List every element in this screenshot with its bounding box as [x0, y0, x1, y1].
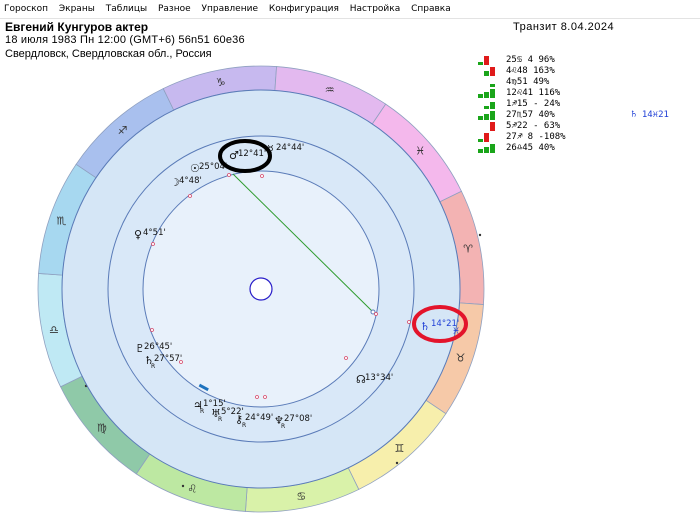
zodiac-sign-glyph: ♍ — [97, 421, 107, 434]
zodiac-sign-glyph: ♉ — [456, 352, 466, 365]
retrograde-mark: R — [151, 363, 155, 370]
planet-degree-label: 13°34' — [365, 373, 393, 383]
zodiac-sign-glyph: ♑ — [216, 76, 226, 89]
planet-degree-label: 27°57' — [154, 354, 182, 364]
horoscope-wheel[interactable]: ♈♉♊♋♌♍♎♏♐♑♒♓ ☉ 25°04'♂ 12°41' ☿ 24°44'☽ 4°48'… — [0, 0, 700, 515]
planet-tick — [260, 174, 264, 178]
retrograde-mark: R — [218, 416, 222, 423]
planet-tick — [263, 395, 267, 399]
zodiac-sign-glyph: ♌ — [187, 483, 197, 496]
planet-degree-label: 4°51' — [143, 228, 166, 238]
retrograde-mark: R — [281, 423, 285, 430]
planet-degree-label: 4°48' — [179, 176, 202, 186]
zodiac-sign-glyph: ♏ — [57, 214, 67, 227]
sign-dot — [395, 461, 399, 465]
planet-tick — [255, 395, 259, 399]
planet-tick — [227, 173, 231, 177]
zodiac-sign-glyph: ♐ — [118, 124, 128, 137]
planet-degree-label: 24°49' — [245, 413, 273, 423]
planet-tick — [188, 194, 192, 198]
planet-tick — [374, 312, 378, 316]
zodiac-sign-glyph: ♒ — [325, 83, 335, 96]
planet-degree-label: 12°41' — [238, 149, 266, 159]
retrograde-mark: R — [200, 408, 204, 415]
transit-saturn-value: ♄ 14♓21 — [631, 110, 669, 120]
planet-tick — [344, 356, 348, 360]
zodiac-sign-glyph: ♈ — [463, 243, 473, 256]
retrograde-mark: R — [242, 422, 246, 429]
planet-degree-label: 27°08' — [284, 414, 312, 424]
planet-tick — [151, 242, 155, 246]
zodiac-sign-glyph: ♓ — [415, 145, 425, 158]
planet-tick — [150, 328, 154, 332]
saturn-icon: ♄ — [420, 320, 430, 333]
planet-tick — [407, 320, 411, 324]
sign-dot — [181, 484, 185, 488]
venus-icon: ♀ — [134, 228, 142, 241]
sign-dot — [478, 233, 482, 237]
planet-degree-label: 26°45' — [144, 342, 172, 352]
planet-degree-label: 24°44' — [276, 143, 304, 153]
zodiac-sign-glyph: ♊ — [394, 442, 404, 455]
zodiac-sign-glyph: ♋ — [296, 490, 306, 503]
center-circle — [249, 277, 273, 301]
zodiac-sign-glyph: ♎ — [49, 323, 59, 336]
